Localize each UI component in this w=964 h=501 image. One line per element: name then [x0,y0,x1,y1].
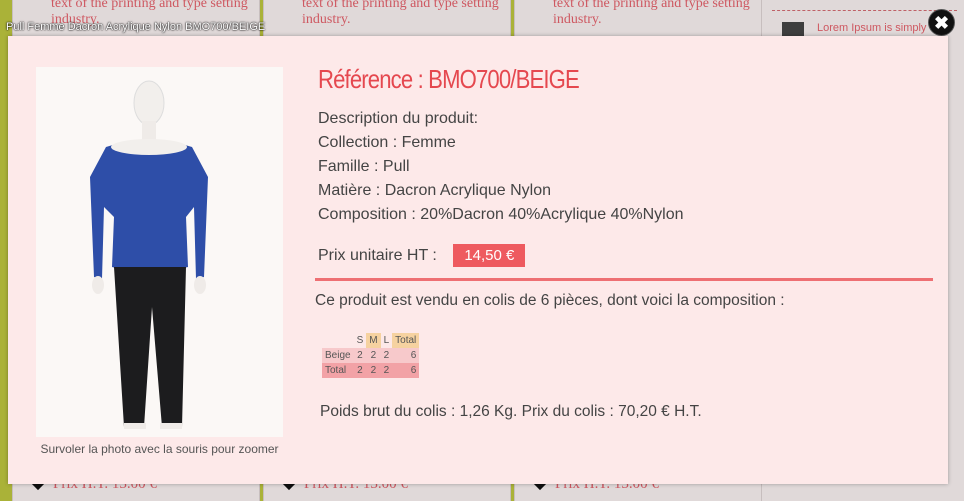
price-label: Prix unitaire HT : [318,247,437,264]
table-cell: 6 [392,363,420,378]
product-description: Description du produit: Collection : Fem… [318,107,684,227]
table-row: Total 2 2 2 6 [322,363,420,378]
close-icon[interactable]: ✖ [928,9,955,36]
table-cell: 6 [392,348,420,363]
description-line: Collection : Femme [318,134,456,151]
table-header-cell: M [366,333,381,348]
table-row: Beige 2 2 2 6 [322,348,420,363]
poids-text: Poids brut du colis : 1,26 Kg. Prix du c… [320,403,702,420]
description-line: Famille : Pull [318,158,410,175]
photo-hint: Survoler la photo avec la souris pour zo… [40,442,279,456]
lightbox-panel: Survoler la photo avec la souris pour zo… [8,36,948,484]
price-badge: 14,50 € [453,244,526,267]
table-cell: 2 [366,363,381,378]
divider [315,278,933,281]
table-cell: Total [322,363,354,378]
product-reference: Référence : BMO700/BEIGE [318,64,580,94]
colis-text: Ce produit est vendu en colis de 6 pièce… [315,292,785,309]
composition-table: S M L Total Beige 2 2 2 6 Total 2 2 2 6 [322,333,420,378]
table-cell: 2 [380,348,393,363]
table-header-row: S M L Total [322,333,420,348]
table-cell: 2 [366,348,381,363]
product-photo[interactable] [36,67,283,437]
table-cell: 2 [353,348,367,363]
table-header-cell [322,333,354,348]
price-row: Prix unitaire HT : 14,50 € [318,244,526,267]
product-photo-image [36,67,283,437]
table-cell: 2 [380,363,393,378]
description-line: Composition : 20%Dacron 40%Acrylique 40%… [318,206,684,223]
table-header-cell: S [356,335,364,346]
table-cell: 2 [353,363,367,378]
description-line: Matière : Dacron Acrylique Nylon [318,182,551,199]
table-header-cell: L [383,335,390,346]
table-cell: Beige [322,348,354,363]
lightbox-title: Pull Femme Dacron Acrylique Nylon BMO700… [6,21,266,33]
table-header-cell: Total [392,333,420,348]
description-line: Description du produit: [318,110,479,127]
